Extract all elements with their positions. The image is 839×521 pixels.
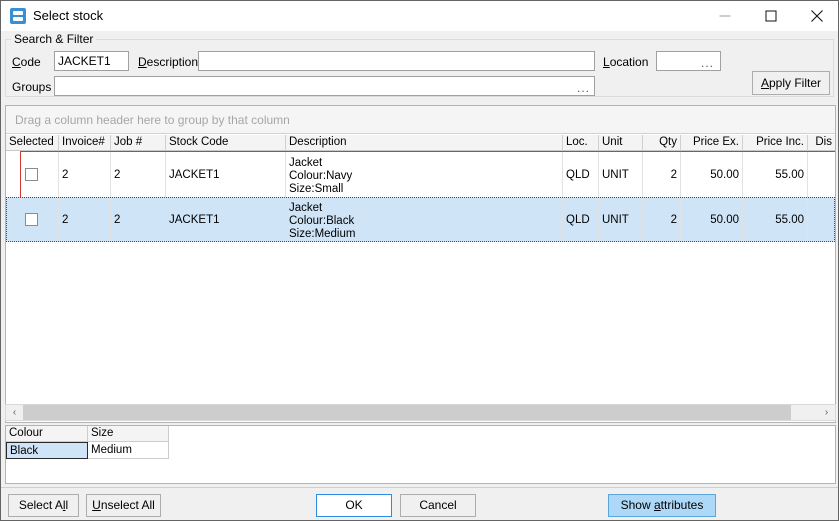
row-stock-code-cell: JACKET1 [166, 152, 286, 197]
group-by-hint: Drag a column header here to group by th… [15, 113, 290, 127]
minimize-icon [719, 15, 731, 16]
grid-horizontal-scrollbar[interactable]: ‹ › [5, 404, 836, 421]
grid-header-row: Selected Invoice# Job # Stock Code Descr… [6, 135, 835, 151]
attribute-column-header-colour[interactable]: Colour [6, 426, 88, 442]
scrollbar-thumb[interactable] [23, 405, 791, 420]
column-header-stock-code[interactable]: Stock Code [166, 135, 286, 151]
table-row[interactable]: 2 2 JACKET1 Jacket Colour:Navy Size:Smal… [6, 152, 835, 197]
column-header-qty[interactable]: Qty [643, 135, 681, 151]
close-icon [811, 9, 823, 22]
column-header-description[interactable]: Description [286, 135, 563, 151]
stock-app-icon [10, 8, 26, 24]
description-input[interactable] [198, 51, 595, 71]
row-checkbox[interactable] [25, 168, 38, 181]
row-description-cell: Jacket Colour:Navy Size:Small [286, 152, 563, 197]
dialog-button-bar: Select All Unselect All OK Cancel Show a… [1, 487, 838, 520]
row-job-cell: 2 [111, 197, 166, 242]
row-unit-cell: UNIT [599, 197, 643, 242]
row-price-inc-cell: 55.00 [743, 152, 808, 197]
title-bar: Select stock [1, 1, 838, 31]
attributes-grid: Colour Size Black Medium [5, 425, 836, 484]
column-header-discount[interactable]: Dis [808, 135, 835, 151]
code-input[interactable] [54, 51, 129, 71]
column-header-selected[interactable]: Selected [6, 135, 59, 151]
row-price-inc-cell: 55.00 [743, 197, 808, 242]
location-label: Location [603, 55, 649, 69]
row-description-cell: Jacket Colour:Black Size:Medium [286, 197, 563, 242]
groups-input[interactable] [54, 76, 595, 96]
row-discount-cell [808, 152, 835, 197]
cancel-button[interactable]: Cancel [400, 494, 476, 517]
row-qty-cell: 2 [643, 152, 681, 197]
groups-label: Groups [12, 80, 52, 94]
ok-button[interactable]: OK [316, 494, 392, 517]
row-stock-code-cell: JACKET1 [166, 197, 286, 242]
row-invoice-cell: 2 [59, 197, 111, 242]
location-ellipsis-icon[interactable]: ... [701, 57, 714, 69]
row-unit-cell: UNIT [599, 152, 643, 197]
search-filter-panel: Search & Filter Code Description Locatio… [1, 31, 838, 100]
show-attributes-button[interactable]: Show attributes [608, 494, 716, 517]
scroll-left-icon[interactable]: ‹ [6, 405, 23, 420]
minimize-button[interactable] [702, 1, 748, 30]
table-row[interactable]: 2 2 JACKET1 Jacket Colour:Black Size:Med… [6, 197, 835, 242]
attribute-cell-colour[interactable]: Black [6, 442, 88, 459]
stock-grid: Drag a column header here to group by th… [5, 105, 836, 423]
attribute-cell-size[interactable]: Medium [88, 442, 169, 459]
row-selected-cell[interactable] [6, 197, 59, 242]
column-header-invoice[interactable]: Invoice# [59, 135, 111, 151]
group-by-panel[interactable]: Drag a column header here to group by th… [6, 106, 835, 134]
select-stock-dialog: Select stock Search & Filter Code Descri… [0, 0, 839, 521]
description-label: Description [138, 55, 199, 69]
row-selected-cell[interactable] [6, 152, 59, 197]
scroll-right-icon[interactable]: › [818, 405, 835, 420]
column-header-loc[interactable]: Loc. [563, 135, 599, 151]
maximize-icon [765, 10, 777, 21]
column-header-price-ex[interactable]: Price Ex. [681, 135, 743, 151]
row-job-cell: 2 [111, 152, 166, 197]
row-discount-cell [808, 197, 835, 242]
close-button[interactable] [794, 1, 838, 30]
maximize-button[interactable] [748, 1, 794, 30]
row-invoice-cell: 2 [59, 152, 111, 197]
groups-ellipsis-icon[interactable]: ... [577, 82, 590, 94]
row-checkbox[interactable] [25, 213, 38, 226]
row-price-ex-cell: 50.00 [681, 152, 743, 197]
row-loc-cell: QLD [563, 152, 599, 197]
column-header-job[interactable]: Job # [111, 135, 166, 151]
search-filter-legend: Search & Filter [11, 33, 97, 46]
select-all-button[interactable]: Select All [8, 494, 79, 517]
attribute-column-header-size[interactable]: Size [88, 426, 169, 442]
window-title: Select stock [33, 8, 104, 23]
apply-filter-button[interactable]: Apply Filter [752, 71, 830, 95]
unselect-all-button[interactable]: Unselect All [86, 494, 161, 517]
code-label: Code [12, 55, 41, 69]
row-loc-cell: QLD [563, 197, 599, 242]
row-price-ex-cell: 50.00 [681, 197, 743, 242]
column-header-unit[interactable]: Unit [599, 135, 643, 151]
row-qty-cell: 2 [643, 197, 681, 242]
column-header-price-inc[interactable]: Price Inc. [743, 135, 808, 151]
